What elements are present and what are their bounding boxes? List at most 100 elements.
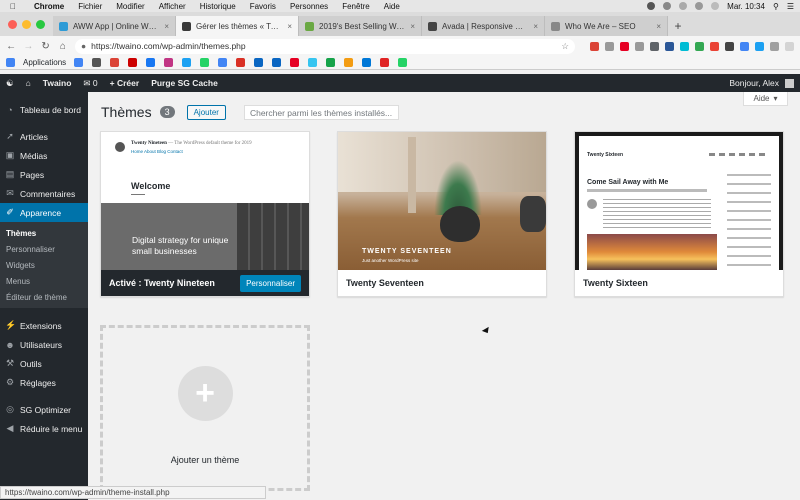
sidebar-item-plugin[interactable]: ⚡ Extensions <box>0 316 88 335</box>
bookmark-icon[interactable] <box>164 58 174 67</box>
sidebar-item-wrench[interactable]: ⚒ Outils <box>0 354 88 373</box>
bookmark-icon[interactable] <box>398 58 408 67</box>
user-avatar-icon[interactable] <box>647 2 656 10</box>
close-tab-icon[interactable]: × <box>656 22 661 31</box>
menu-0[interactable]: Fichier <box>78 2 102 11</box>
theme-card-twentysixteen[interactable]: Twenty Sixteen Come Sail Away with Me Tw… <box>574 131 784 297</box>
close-tab-icon[interactable]: × <box>164 22 169 31</box>
bookmark-icon[interactable] <box>326 58 336 67</box>
menu-1[interactable]: Modifier <box>116 2 144 11</box>
wordpress-logo-icon[interactable]: ☯ <box>6 78 14 89</box>
bookmark-icon[interactable] <box>380 58 390 67</box>
search-icon[interactable]: ⚲ <box>773 2 779 11</box>
close-window-button[interactable] <box>8 19 17 29</box>
sidebar-item-settings[interactable]: ⚙ Réglages <box>0 373 88 392</box>
bookmark-icon[interactable] <box>200 58 210 67</box>
bookmark-icon[interactable] <box>218 58 228 67</box>
extension-icon[interactable] <box>605 41 614 51</box>
menu-5[interactable]: Personnes <box>290 2 328 11</box>
bookmark-icon[interactable] <box>272 58 282 67</box>
sidebar-item-collapse[interactable]: ◀ Réduire le menu <box>0 419 88 438</box>
bookmark-icon[interactable] <box>182 58 192 67</box>
browser-tab[interactable]: Gérer les thèmes « Twaino — WordPress × <box>176 16 299 36</box>
forward-icon[interactable]: → <box>23 41 33 52</box>
extension-icon[interactable] <box>620 41 629 51</box>
menu-6[interactable]: Fenêtre <box>342 2 370 11</box>
bookmark-icon[interactable] <box>344 58 354 67</box>
customize-button[interactable]: Personnaliser <box>240 274 301 292</box>
menu-7[interactable]: Aide <box>384 2 400 11</box>
bookmark-icon[interactable] <box>128 58 138 67</box>
bookmark-icon[interactable] <box>308 58 318 67</box>
close-tab-icon[interactable]: × <box>287 22 292 31</box>
bookmark-icon[interactable] <box>92 58 102 67</box>
sidebar-item-dashboard[interactable]: ◔ Tableau de bord <box>0 100 88 119</box>
extension-icon[interactable] <box>650 41 659 51</box>
home-icon[interactable]: ⌂ <box>58 41 68 52</box>
browser-tab[interactable]: AWW App | Online Whiteboard × <box>53 16 176 36</box>
extension-icon[interactable] <box>770 41 779 51</box>
add-theme-button[interactable]: Ajouter <box>186 104 226 120</box>
browser-tab[interactable]: 2019's Best Selling WordPress Themes × <box>299 16 422 36</box>
theme-card-twentynineteen[interactable]: Twenty Nineteen — The WordPress default … <box>100 131 310 297</box>
apps-icon[interactable] <box>6 58 15 67</box>
submenu-item[interactable]: Menus <box>0 273 88 289</box>
extension-icon[interactable] <box>785 41 794 51</box>
theme-screenshot[interactable]: TWENTY SEVENTEEN Just another WordPress … <box>338 132 546 270</box>
battery-icon[interactable] <box>711 2 720 10</box>
wifi-icon[interactable] <box>695 2 704 10</box>
bookmark-icon[interactable] <box>74 58 84 67</box>
bookmark-icon[interactable] <box>236 58 246 67</box>
submenu-item[interactable]: Thèmes <box>0 225 88 241</box>
menu-icon[interactable]: ☰ <box>787 2 794 11</box>
extension-icon[interactable] <box>725 41 734 51</box>
extension-icon[interactable] <box>710 41 719 51</box>
sidebar-item-page[interactable]: ▤ Pages <box>0 165 88 184</box>
help-tab-button[interactable]: Aide ▾ <box>743 92 788 106</box>
menu-2[interactable]: Afficher <box>159 2 186 11</box>
browser-tab[interactable]: Who We Are – SEO × <box>545 16 668 36</box>
zoom-window-button[interactable] <box>36 19 45 29</box>
purge-cache-button[interactable]: Purge SG Cache <box>151 78 218 88</box>
bookmarks-applications[interactable]: Applications <box>23 58 66 67</box>
extension-icon[interactable] <box>635 41 644 51</box>
extension-icon[interactable] <box>680 41 689 51</box>
close-tab-icon[interactable]: × <box>410 22 415 31</box>
new-tab-button[interactable]: + <box>668 16 688 36</box>
address-bar[interactable]: ● https://twaino.com/wp-admin/themes.php… <box>75 38 575 54</box>
browser-tab[interactable]: Avada | Responsive Multi-Purpose Theme × <box>422 16 545 36</box>
menu-4[interactable]: Favoris <box>250 2 276 11</box>
theme-screenshot[interactable]: Twenty Sixteen Come Sail Away with Me <box>575 132 783 270</box>
bookmark-icon[interactable] <box>290 58 300 67</box>
extension-icon[interactable] <box>695 41 704 51</box>
add-new-theme-card[interactable]: + Ajouter un thème <box>100 325 310 491</box>
sidebar-item-sg[interactable]: ◎ SG Optimizer <box>0 400 88 419</box>
sidebar-item-pin[interactable]: ➚ Articles <box>0 127 88 146</box>
theme-screenshot[interactable]: Twenty Nineteen — The WordPress default … <box>101 132 309 270</box>
extension-icon[interactable] <box>590 41 599 51</box>
site-name[interactable]: Twaino <box>43 78 72 88</box>
theme-card-twentyseventeen[interactable]: TWENTY SEVENTEEN Just another WordPress … <box>337 131 547 297</box>
bookmark-star-icon[interactable]: ☆ <box>561 41 569 52</box>
hide-eye-icon[interactable] <box>679 2 688 10</box>
sidebar-item-comment[interactable]: ✉ Commentaires <box>0 184 88 203</box>
submenu-item[interactable]: Éditeur de thème <box>0 289 88 305</box>
new-content-button[interactable]: + Créer <box>110 78 140 88</box>
extension-icon[interactable] <box>755 41 764 51</box>
extension-icon[interactable] <box>740 41 749 51</box>
submenu-item[interactable]: Personnaliser <box>0 241 88 257</box>
clock-icon[interactable] <box>663 2 672 10</box>
comments-count[interactable]: ✉ 0 <box>83 78 97 89</box>
bookmark-icon[interactable] <box>362 58 372 67</box>
extension-icon[interactable] <box>665 41 674 51</box>
menu-3[interactable]: Historique <box>200 2 236 11</box>
bookmark-icon[interactable] <box>254 58 264 67</box>
bookmark-icon[interactable] <box>146 58 156 67</box>
apple-icon[interactable]:  <box>6 2 20 11</box>
account-menu[interactable]: Bonjour, Alex <box>729 78 794 88</box>
sidebar-item-brush[interactable]: ✐ Apparence <box>0 203 88 222</box>
sidebar-item-users[interactable]: ☻ Utilisateurs <box>0 335 88 354</box>
back-icon[interactable]: ← <box>6 41 16 52</box>
reload-icon[interactable]: ↻ <box>41 41 51 52</box>
close-tab-icon[interactable]: × <box>533 22 538 31</box>
